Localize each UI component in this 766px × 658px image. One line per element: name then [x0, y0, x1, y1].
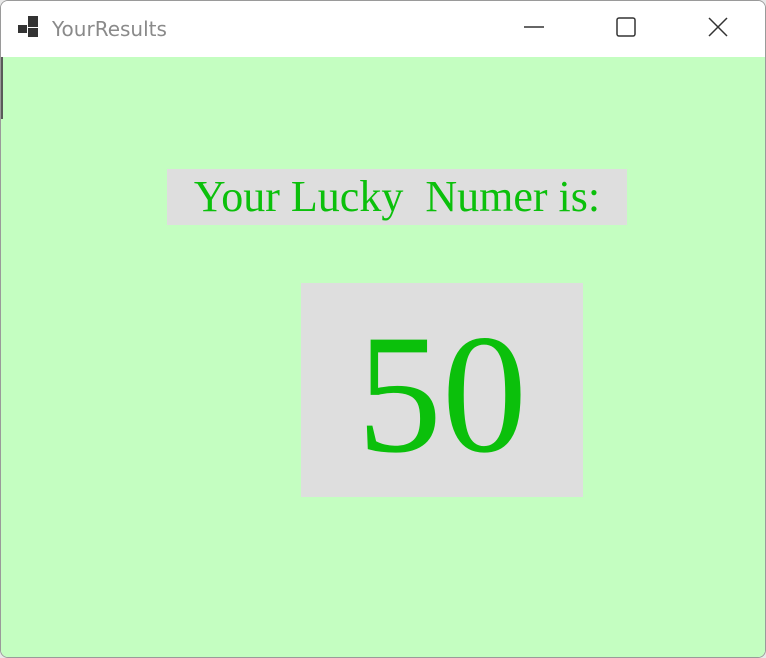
maximize-button[interactable]	[580, 1, 672, 57]
app-window-icon	[18, 16, 42, 40]
lucky-number-label-box: Your Lucky Numer is:	[167, 169, 627, 225]
minimize-button[interactable]	[488, 1, 580, 57]
lucky-number-value: 50	[357, 300, 527, 488]
window-title: YourResults	[52, 17, 167, 41]
close-icon	[707, 16, 729, 43]
client-area: Your Lucky Numer is: 50	[1, 57, 765, 657]
maximize-icon	[615, 16, 637, 43]
results-window: YourResults Your Lucky Numer is: 50	[0, 0, 766, 658]
lucky-number-label: Your Lucky Numer is:	[193, 172, 601, 221]
close-button[interactable]	[672, 1, 764, 57]
minimize-icon	[523, 16, 545, 43]
client-edge-divider	[1, 57, 765, 119]
lucky-number-box: 50	[301, 283, 583, 497]
title-bar[interactable]: YourResults	[1, 1, 765, 57]
